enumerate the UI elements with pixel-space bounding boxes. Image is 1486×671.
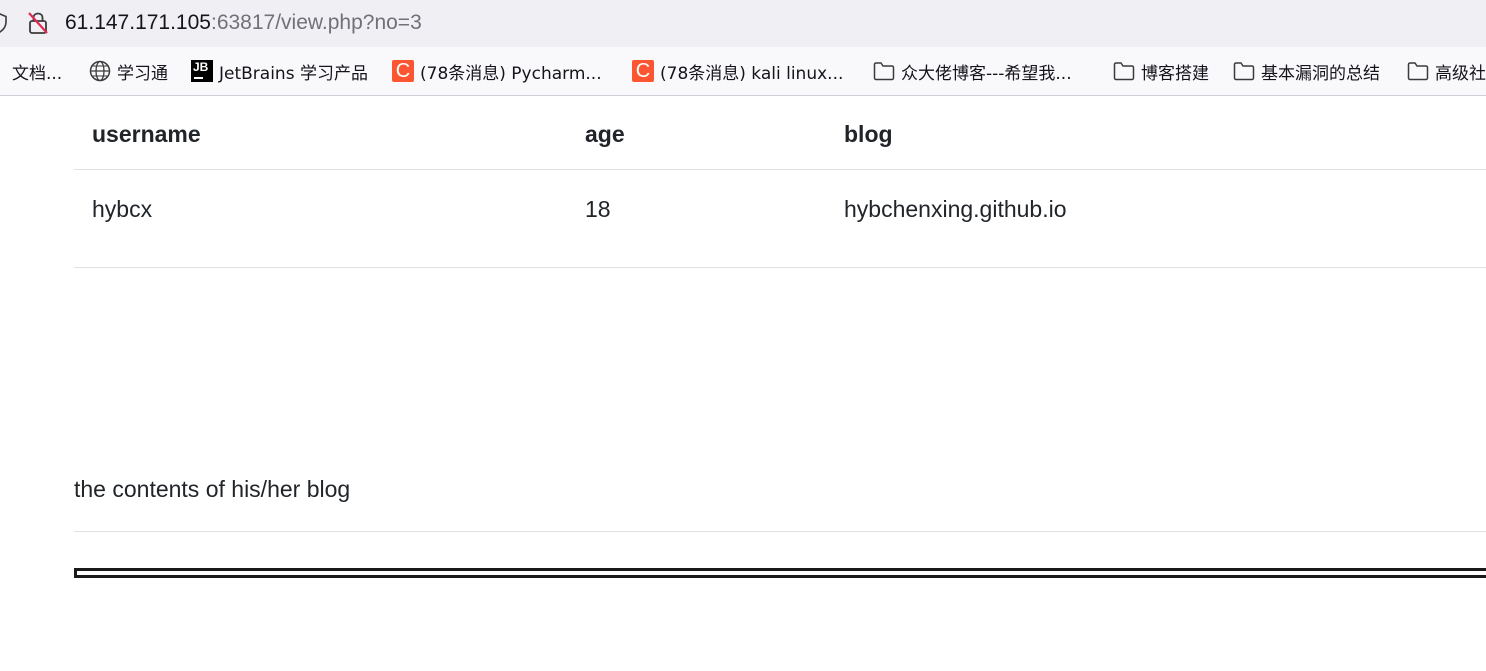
csdn-icon: C <box>392 60 414 82</box>
user-table: username age blog hybcx 18 hybchenxing.g… <box>74 96 1486 268</box>
bookmark-label: 文档... <box>12 63 63 84</box>
bookmark-label: (78条消息) Pycharm... <box>420 63 602 84</box>
cell-blog: hybchenxing.github.io <box>844 196 1067 222</box>
csdn-icon: C <box>632 60 654 82</box>
blog-contents-caption: the contents of his/her blog <box>74 476 351 502</box>
bookmark-label: 基本漏洞的总结 <box>1261 63 1380 84</box>
bookmark-folder-blogs[interactable]: 众大佬博客---希望我... <box>873 47 1072 95</box>
cell-username: hybcx <box>92 196 153 222</box>
url-path: :63817/view.php?no=3 <box>210 11 422 34</box>
table-header-row: username age blog <box>74 96 1486 170</box>
shield-icon[interactable] <box>0 13 7 33</box>
bookmark-label: (78条消息) kali linux... <box>660 63 844 84</box>
divider <box>74 531 1486 532</box>
column-header-blog: blog <box>844 121 893 147</box>
cell-age: 18 <box>585 196 611 222</box>
browser-urlbar[interactable]: 61.147.171.105:63817/view.php?no=3 <box>0 0 1486 47</box>
bookmark-folder-vulns[interactable]: 基本漏洞的总结 <box>1233 47 1380 95</box>
bookmark-label: 博客搭建 <box>1141 63 1209 84</box>
globe-icon <box>89 60 111 82</box>
jetbrains-icon: JB <box>191 60 213 82</box>
blog-content-iframe[interactable] <box>74 568 1486 578</box>
folder-icon <box>1233 60 1255 82</box>
column-header-age: age <box>585 121 625 147</box>
table-row: hybcx 18 hybchenxing.github.io <box>74 170 1486 268</box>
bookmark-kali[interactable]: C (78条消息) kali linux... <box>632 47 843 95</box>
bookmark-label: 学习通 <box>117 63 168 84</box>
bookmarks-toolbar: 文档... 学习通 JB JetBrains 学习产品 C (78条消息) Py… <box>0 47 1486 96</box>
bookmark-label: 高级社 <box>1435 63 1486 84</box>
bookmark-xuexitong[interactable]: 学习通 <box>89 47 168 95</box>
bookmark-label: 众大佬博客---希望我... <box>901 63 1072 84</box>
bookmark-folder-advanced[interactable]: 高级社 <box>1407 47 1486 95</box>
folder-icon <box>873 60 895 82</box>
bookmark-docs[interactable]: 文档... <box>12 47 62 95</box>
column-header-username: username <box>92 121 201 147</box>
folder-icon <box>1113 60 1135 82</box>
bookmark-label: JetBrains 学习产品 <box>219 63 368 84</box>
folder-icon <box>1407 60 1429 82</box>
bookmark-pycharm[interactable]: C (78条消息) Pycharm... <box>392 47 602 95</box>
bookmark-folder-blog-setup[interactable]: 博客搭建 <box>1113 47 1209 95</box>
url-text[interactable]: 61.147.171.105:63817/view.php?no=3 <box>65 9 422 37</box>
bookmark-jetbrains[interactable]: JB JetBrains 学习产品 <box>191 47 368 95</box>
url-host: 61.147.171.105 <box>65 11 211 34</box>
insecure-lock-icon[interactable] <box>27 11 49 35</box>
page-content: username age blog hybcx 18 hybchenxing.g… <box>0 96 1486 671</box>
